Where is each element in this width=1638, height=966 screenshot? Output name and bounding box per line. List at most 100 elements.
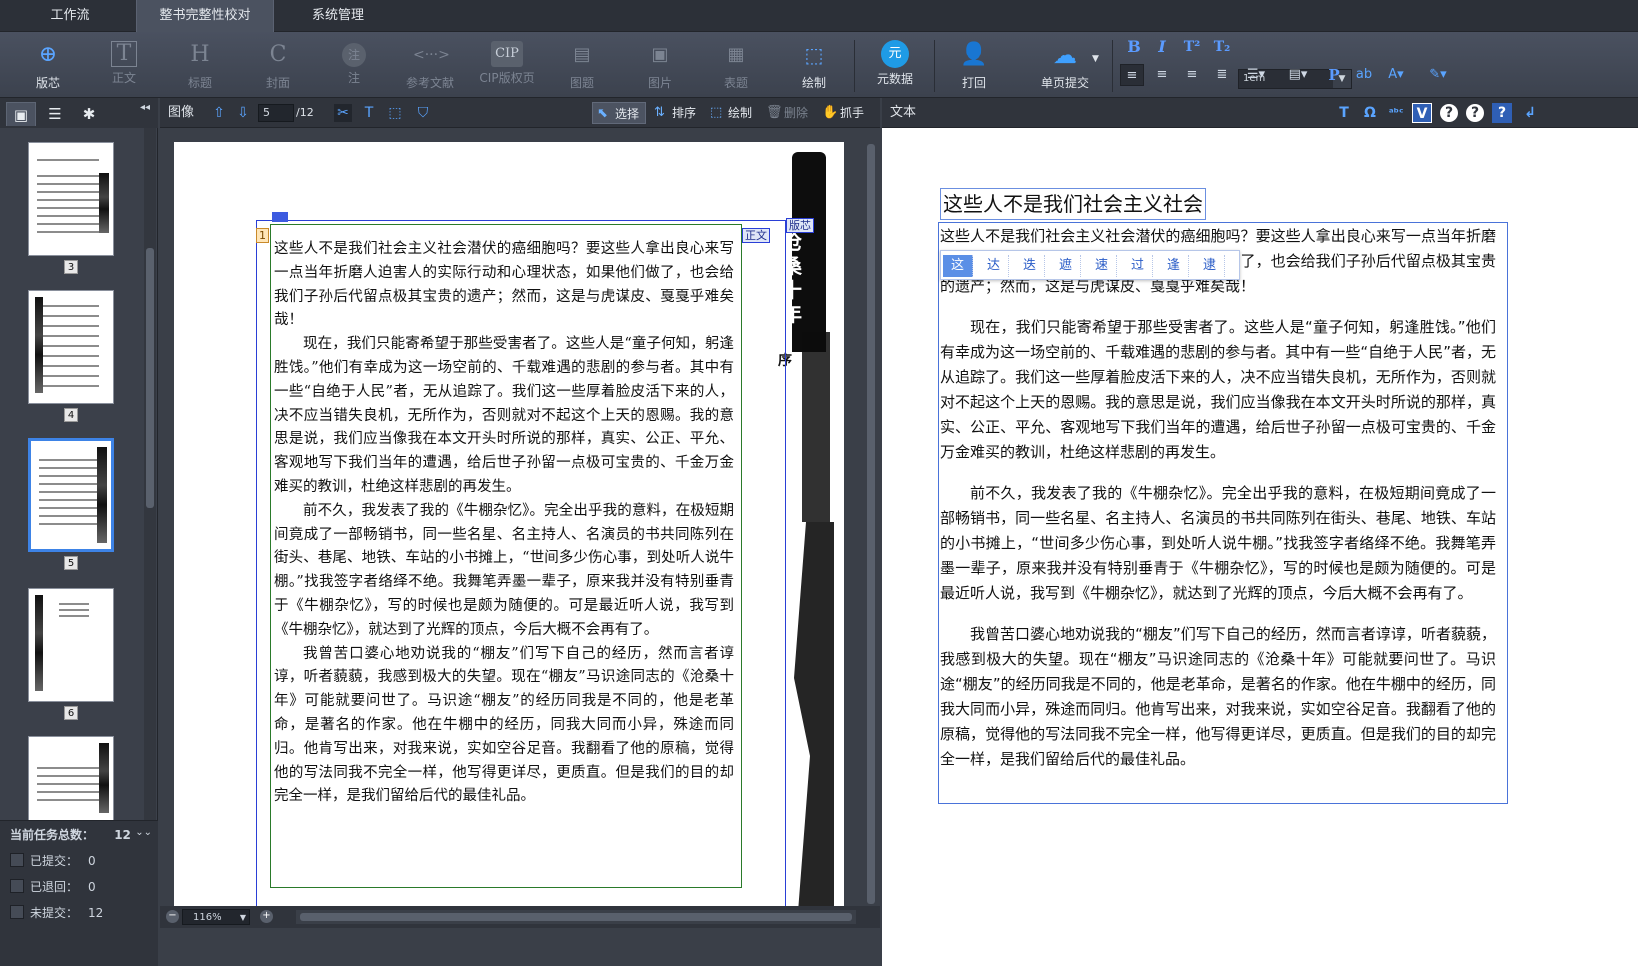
- type-table-title-button[interactable]: ▦ 表题: [712, 36, 760, 94]
- submit-page-button[interactable]: ☁ 单页提交: [1030, 36, 1100, 94]
- unsubmitted-filter[interactable]: 未提交： 12: [10, 903, 103, 923]
- scissors-icon[interactable]: ✂: [334, 104, 352, 122]
- phonetic-button[interactable]: ab: [1352, 64, 1376, 86]
- text-T-icon: T: [111, 41, 137, 67]
- omega-symbol-icon[interactable]: Ω: [1360, 103, 1380, 123]
- image-horizontal-scrollbar[interactable]: [296, 910, 856, 924]
- type-note-button[interactable]: 注 注: [330, 36, 378, 94]
- submit-dropdown-arrow[interactable]: ▼: [1092, 54, 1099, 64]
- question-icon[interactable]: ?: [1492, 103, 1512, 123]
- type-core-button[interactable]: ⊕ 版芯: [24, 36, 72, 94]
- region-handle[interactable]: [272, 212, 288, 222]
- help-icon[interactable]: ?: [1466, 104, 1484, 122]
- zoom-select[interactable]: 116% ▼: [182, 909, 250, 925]
- sort-icon: ⇅: [654, 105, 665, 120]
- bold-button[interactable]: B: [1122, 36, 1146, 58]
- delete-mode-button[interactable]: 🗑 删除: [762, 102, 816, 124]
- shield-icon[interactable]: ⛉: [414, 104, 432, 122]
- zoom-in-icon[interactable]: +: [260, 910, 273, 923]
- candidate-item[interactable]: 遮: [1051, 255, 1081, 277]
- page-thumbnail[interactable]: [28, 142, 114, 256]
- region-icon[interactable]: ⬚: [386, 104, 404, 122]
- candidate-item[interactable]: 逮: [1195, 255, 1225, 277]
- font-color-button[interactable]: A▾: [1380, 64, 1412, 86]
- spellcheck-icon[interactable]: ᵃᵇᶜ: [1386, 103, 1406, 123]
- help-icon[interactable]: ?: [1440, 104, 1458, 122]
- hand-mode-button[interactable]: ✋ 抓手: [818, 102, 872, 124]
- type-figure-title-button[interactable]: ▤ 图题: [558, 36, 606, 94]
- type-image-button[interactable]: ▣ 图片: [636, 36, 684, 94]
- page-thumbnail[interactable]: [28, 588, 114, 702]
- text-select-icon[interactable]: T: [360, 104, 378, 122]
- next-page-icon[interactable]: ⇩: [234, 104, 252, 122]
- checkbox[interactable]: [10, 905, 24, 919]
- select-mode-button[interactable]: ⬉ 选择: [592, 102, 646, 124]
- align-center-button[interactable]: ≡: [1150, 64, 1174, 86]
- returned-filter[interactable]: 已退回： 0: [10, 877, 96, 897]
- candidate-item[interactable]: 速: [1087, 255, 1117, 277]
- prev-page-icon[interactable]: ⇧: [210, 104, 228, 122]
- type-cip-button[interactable]: CIP CIP版权页: [474, 36, 540, 94]
- candidate-item[interactable]: 过: [1123, 255, 1153, 277]
- page-thumbnail-selected[interactable]: [28, 438, 114, 552]
- checkbox[interactable]: [10, 879, 24, 893]
- app-window: 工作流 整书完整性校对 系统管理 ⊕ 版芯 T 正文 H 标题 C 封面 注 注…: [0, 0, 1638, 966]
- chevron-down-icon[interactable]: ⌄⌄: [135, 827, 152, 838]
- star-view-icon[interactable]: ✱: [74, 102, 104, 126]
- core-region-tag: 版芯: [786, 218, 814, 233]
- metadata-button[interactable]: 元 元数据: [868, 36, 922, 94]
- type-body-button[interactable]: T 正文: [100, 36, 148, 94]
- page-number: 4: [64, 408, 78, 422]
- collapse-icon[interactable]: ◂◂: [140, 102, 150, 113]
- scanned-paragraph: 我曾苦口婆心地劝说我的“棚友”们写下自己的经历，然而言者谆谆，听者藐藐，我感到极…: [274, 645, 734, 805]
- draw-mode-button[interactable]: ⬚ 绘制: [706, 102, 760, 124]
- recognized-text[interactable]: 这些人不是我们社会主义社会潜伏的癌细胞吗？要这些人拿出良心来写一点当年折磨人迫害…: [940, 224, 1496, 788]
- justify-button[interactable]: ≣: [1210, 64, 1234, 86]
- return-button[interactable]: 👤 打回: [950, 36, 998, 94]
- list-button[interactable]: ☰▾: [1240, 64, 1272, 86]
- zoom-out-icon[interactable]: −: [166, 910, 179, 923]
- type-reference-button[interactable]: <···> 参考文献: [400, 36, 460, 94]
- type-heading-button[interactable]: H 标题: [176, 36, 224, 94]
- tab-book-proofread[interactable]: 整书完整性校对: [136, 0, 274, 32]
- thumbnail-scrollbar[interactable]: [144, 128, 156, 918]
- page-view-icon[interactable]: ▣: [6, 102, 36, 126]
- tab-workflow[interactable]: 工作流: [24, 0, 116, 32]
- heading-text-block[interactable]: 这些人不是我们社会主义社会: [940, 188, 1206, 220]
- subscript-button[interactable]: T₂: [1210, 36, 1234, 58]
- text-paragraph[interactable]: 我曾苦口婆心地劝说我的“棚友”们写下自己的经历，然而言者谆谆，听者藐藐，我感到极…: [940, 622, 1496, 772]
- page-thumbnail[interactable]: [28, 736, 114, 826]
- paragraph-button[interactable]: P: [1322, 64, 1346, 86]
- sort-mode-button[interactable]: ⇅ 排序: [650, 102, 704, 124]
- align-right-button[interactable]: ≡: [1180, 64, 1204, 86]
- draw-region-button[interactable]: ⬚ 绘制: [790, 36, 838, 94]
- superscript-button[interactable]: T²: [1180, 36, 1204, 58]
- verify-icon[interactable]: V: [1412, 103, 1432, 123]
- text-scrollbar[interactable]: [1622, 128, 1638, 966]
- text-paragraph[interactable]: 前不久，我发表了我的《牛棚杂忆》。完全出乎我的意料，在极短期间竟成了一部畅销书，…: [940, 481, 1496, 606]
- align-left-button[interactable]: ≡: [1120, 64, 1144, 86]
- checkbox[interactable]: [10, 853, 24, 867]
- page-number-input[interactable]: 5: [258, 104, 294, 122]
- indent-button[interactable]: ▤▾: [1282, 64, 1314, 86]
- type-cover-button[interactable]: C 封面: [254, 36, 302, 94]
- enter-icon[interactable]: ↲: [1520, 103, 1540, 123]
- italic-button[interactable]: I: [1150, 36, 1174, 58]
- candidate-item[interactable]: 逢: [1159, 255, 1189, 277]
- candidate-item[interactable]: 这: [943, 255, 973, 277]
- tab-system-admin[interactable]: 系统管理: [290, 0, 386, 32]
- thumbnail-list: 3 4 5 6: [0, 128, 144, 918]
- list-view-icon[interactable]: ☰: [40, 102, 70, 126]
- hand-icon: ✋: [822, 105, 839, 120]
- page-total: /12: [296, 106, 314, 119]
- image-vertical-scrollbar[interactable]: [864, 132, 878, 918]
- candidate-item[interactable]: 达: [979, 255, 1009, 277]
- text-paragraph[interactable]: 现在，我们只能寄希望于那些受害者了。这些人是“童子何知，躬逢胜饯。”他们有幸成为…: [940, 315, 1496, 465]
- highlight-color-button[interactable]: ✎▾: [1420, 64, 1456, 86]
- page-number: 3: [64, 260, 78, 274]
- submitted-filter[interactable]: 已提交： 0: [10, 851, 96, 871]
- text-style-icon[interactable]: T: [1334, 103, 1354, 123]
- scanned-page[interactable]: 沧桑十年 1966-1976 序 1 正文 版芯 这些人不是我们社会主义社会潜伏…: [174, 142, 844, 920]
- candidate-item[interactable]: 迭: [1015, 255, 1045, 277]
- page-thumbnail[interactable]: [28, 290, 114, 404]
